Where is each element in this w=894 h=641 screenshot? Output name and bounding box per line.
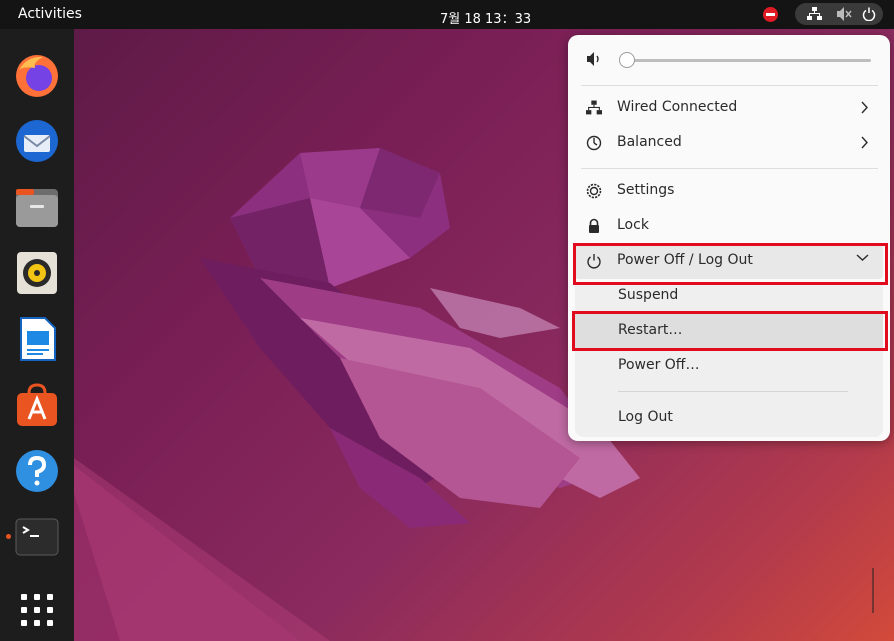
power-submenu: Suspend Restart… Power Off… Log Out (575, 283, 883, 437)
log-out-item[interactable]: Log Out (575, 401, 883, 436)
settings-icon (586, 183, 602, 199)
volume-slider-knob[interactable] (619, 52, 635, 68)
running-indicator (6, 534, 11, 539)
lock-label: Lock (617, 217, 649, 233)
power-off-item[interactable]: Power Off… (575, 349, 883, 384)
chevron-down-icon (856, 254, 869, 261)
restart-label: Restart… (618, 322, 683, 338)
software-icon[interactable] (13, 381, 61, 429)
clock[interactable]: 7월 18 13：33 (440, 8, 531, 27)
menu-separator (581, 85, 878, 86)
suspend-item[interactable]: Suspend (575, 279, 883, 314)
power-mode-label: Balanced (617, 134, 682, 150)
power-mode-item[interactable]: Balanced (568, 126, 890, 161)
suspend-label: Suspend (618, 287, 679, 303)
lock-icon (589, 218, 599, 233)
volume-slider[interactable] (619, 52, 871, 68)
firefox-icon[interactable] (13, 52, 61, 100)
power-icon (587, 254, 601, 269)
terminal-icon[interactable] (13, 513, 61, 561)
system-status-area[interactable] (795, 3, 883, 25)
power-off-log-out-label: Power Off / Log Out (617, 252, 753, 268)
volume-row (568, 45, 890, 73)
stop-icon[interactable] (763, 7, 778, 22)
top-bar: Activities 7월 18 13：33 (0, 0, 894, 29)
volume-muted-icon (837, 7, 852, 21)
submenu-separator (618, 391, 848, 392)
menu-separator (581, 168, 878, 169)
power-off-label: Power Off… (618, 357, 700, 373)
wired-connected-label: Wired Connected (617, 99, 738, 115)
network-wired-icon (807, 7, 822, 20)
files-icon[interactable] (13, 183, 61, 231)
dock (0, 29, 74, 641)
thunderbird-icon[interactable] (13, 117, 61, 165)
power-off-log-out-item[interactable]: Power Off / Log Out (575, 244, 883, 279)
settings-label: Settings (617, 182, 675, 198)
power-icon (862, 7, 876, 21)
restart-item[interactable]: Restart… (575, 314, 883, 349)
rhythmbox-icon[interactable] (13, 249, 61, 297)
network-wired-icon (586, 100, 602, 115)
volume-icon (587, 52, 599, 66)
app-grid-icon[interactable] (13, 586, 61, 634)
activities-button[interactable]: Activities (18, 6, 82, 22)
writer-icon[interactable] (13, 315, 61, 363)
log-out-label: Log Out (618, 409, 673, 425)
system-menu: Wired Connected Balanced Settings Lock P… (568, 35, 890, 441)
help-icon[interactable] (13, 447, 61, 495)
lock-item[interactable]: Lock (568, 209, 890, 244)
chevron-right-icon (861, 136, 868, 149)
wired-connected-item[interactable]: Wired Connected (568, 91, 890, 126)
power-mode-icon (586, 135, 602, 151)
settings-item[interactable]: Settings (568, 174, 890, 209)
chevron-right-icon (861, 101, 868, 114)
